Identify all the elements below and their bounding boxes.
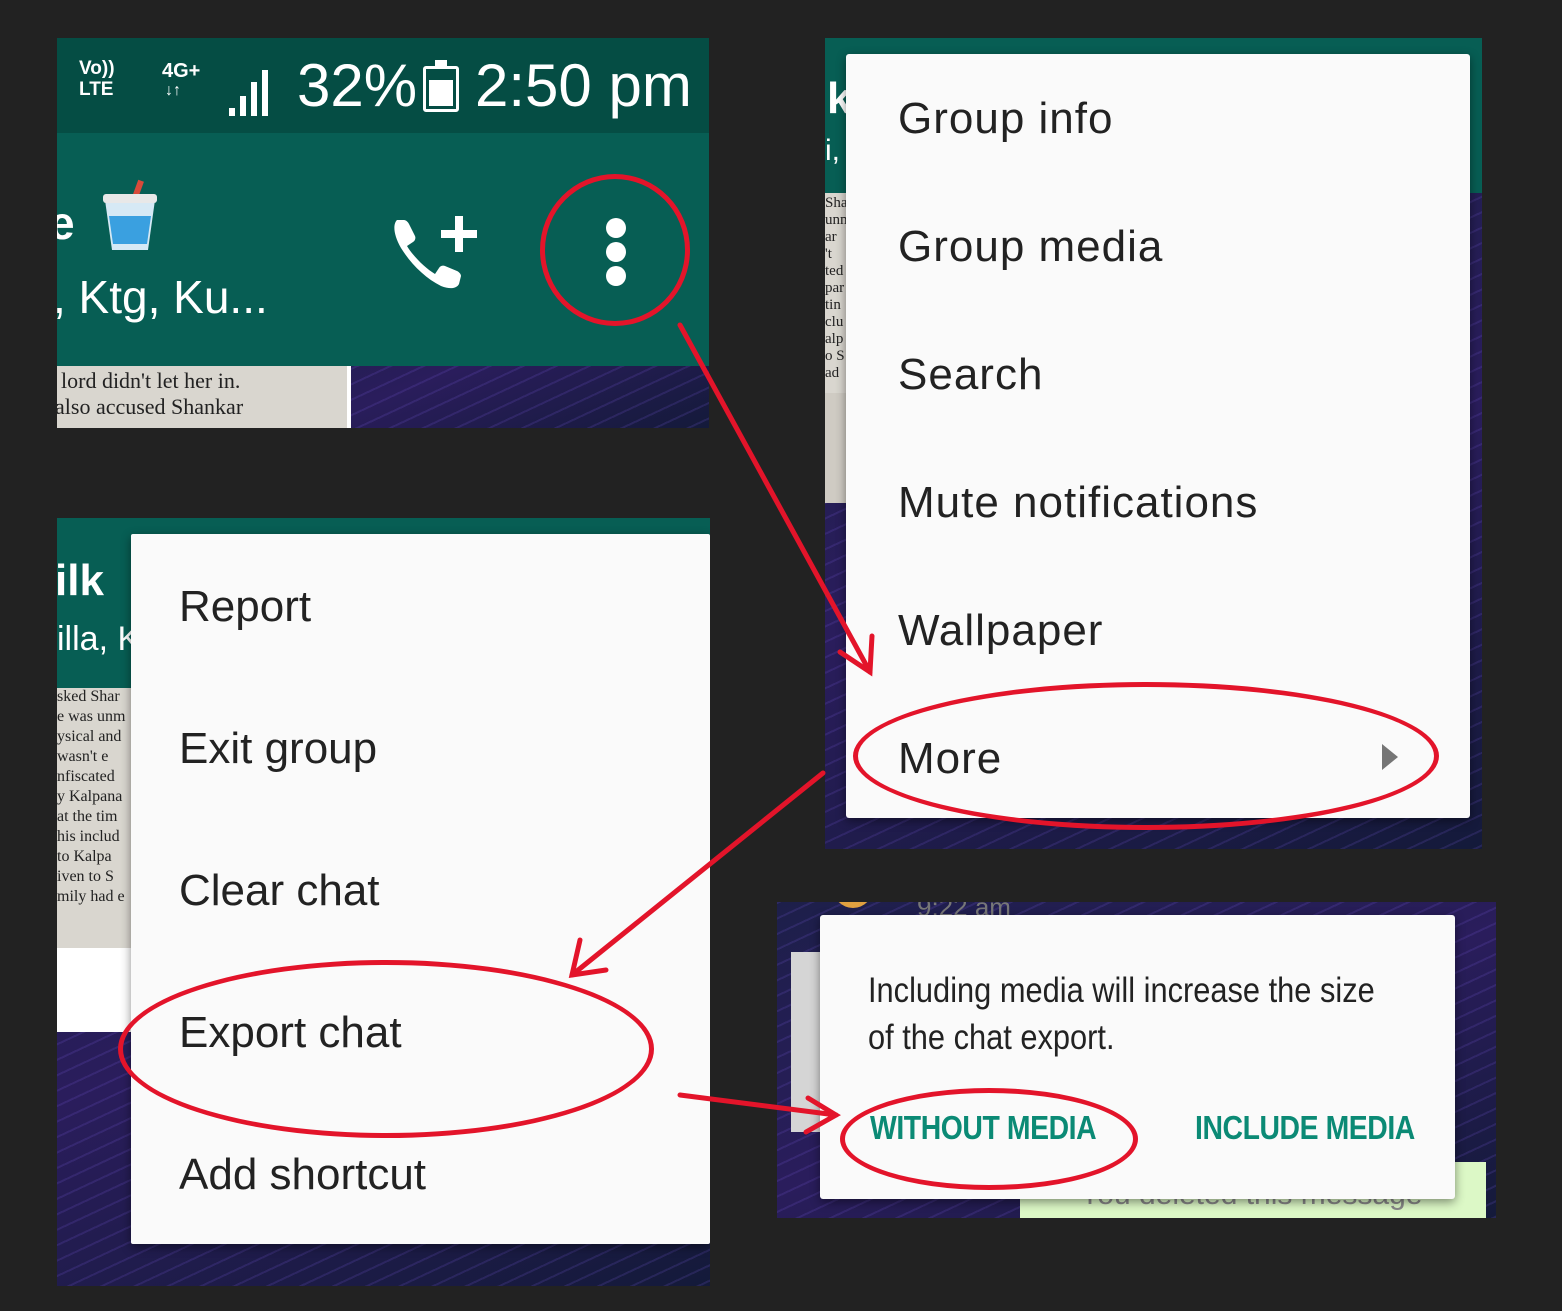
news-image: sked Shar e was unm ysical and wasn't e … [57,688,137,948]
highlight-ring-without-media [840,1088,1138,1190]
avatar [833,902,873,908]
news-line: ysical and [57,728,122,745]
news-line: lord didn't let her in. [61,368,241,393]
menu-item-label: Exit group [179,724,378,773]
news-line: tin [825,297,841,313]
news-line: o S [825,348,845,364]
network-arrows-icon: ↓↑ [165,82,181,99]
menu-item-label: Clear chat [179,866,380,915]
battery-percent: 32% [297,52,418,119]
news-line: ad [825,365,840,381]
chat-title-fragment: ilk [57,556,104,605]
volte-indicator: Vo)) LTE [79,58,115,100]
news-line: at the tim [57,808,118,825]
panel-more-submenu: ilk illa, K sked Shar e was unm ysical a… [57,518,710,1286]
news-line: e was unm [57,708,126,725]
menu-item-clear-chat[interactable]: Clear chat [131,818,710,960]
news-image[interactable]: lord didn't let her in. also accused Sha… [57,366,351,428]
menu-item-group-media[interactable]: Group media [846,182,1470,310]
menu-item-label: Report [179,582,312,631]
news-line: clu [825,314,844,330]
highlight-ring-more [853,682,1439,830]
chat-title-fragment[interactable]: e [57,196,75,250]
news-line: ar [825,229,837,245]
news-line: mily had e [57,888,125,905]
menu-item-label: Wallpaper [898,606,1104,655]
menu-item-label: Mute notifications [898,478,1259,527]
cup-emoji-icon [101,178,159,254]
menu-item-label: Search [898,350,1044,399]
chat-participants[interactable]: , Ktg, Ku... [57,270,268,324]
menu-item-mute-notifications[interactable]: Mute notifications [846,438,1470,566]
news-line: y Kalpana [57,788,123,805]
news-line: his includ [57,828,120,845]
menu-item-label: Group media [898,222,1164,271]
menu-item-exit-group[interactable]: Exit group [131,676,710,818]
network-indicator: 4G+ [162,60,201,82]
more-submenu: Report Exit group Clear chat Export chat… [131,534,710,1244]
battery-icon [423,60,459,112]
news-line: also accused Shankar [57,394,244,419]
menu-item-label: Group info [898,94,1114,143]
chat-subtitle-fragment: illa, K [57,620,141,658]
menu-item-label: Add shortcut [179,1150,427,1199]
news-line: iven to S [57,868,114,885]
news-line: sked Shar [57,688,120,705]
dialog-message: Including media will increase the size o… [868,971,1375,1057]
news-line: Sha [825,195,848,211]
menu-item-search[interactable]: Search [846,310,1470,438]
highlight-ring-export [118,960,654,1138]
menu-item-group-info[interactable]: Group info [846,54,1470,182]
clock: 2:50 pm [475,52,692,119]
news-line: par [825,280,845,296]
highlight-ring-dots [540,174,690,326]
chat-subtitle-fragment: i, [825,134,840,167]
include-media-button[interactable]: INCLUDE MEDIA [1195,1109,1415,1147]
news-line: to Kalpa [57,848,112,865]
status-bar: Vo)) LTE 4G+ ↓↑ 32% 2:50 pm [57,38,709,133]
menu-item-wallpaper[interactable]: Wallpaper [846,566,1470,694]
incoming-bubble-tail [791,952,821,1132]
news-line: nfiscated [57,768,115,785]
news-line: ted [825,263,844,279]
news-line: 't [825,246,832,262]
menu-item-report[interactable]: Report [131,534,710,676]
news-line: wasn't e [57,748,109,765]
news-line: alp [825,331,844,347]
message-bubble [57,948,137,1032]
add-call-icon[interactable] [387,210,483,294]
signal-icon [229,68,279,116]
